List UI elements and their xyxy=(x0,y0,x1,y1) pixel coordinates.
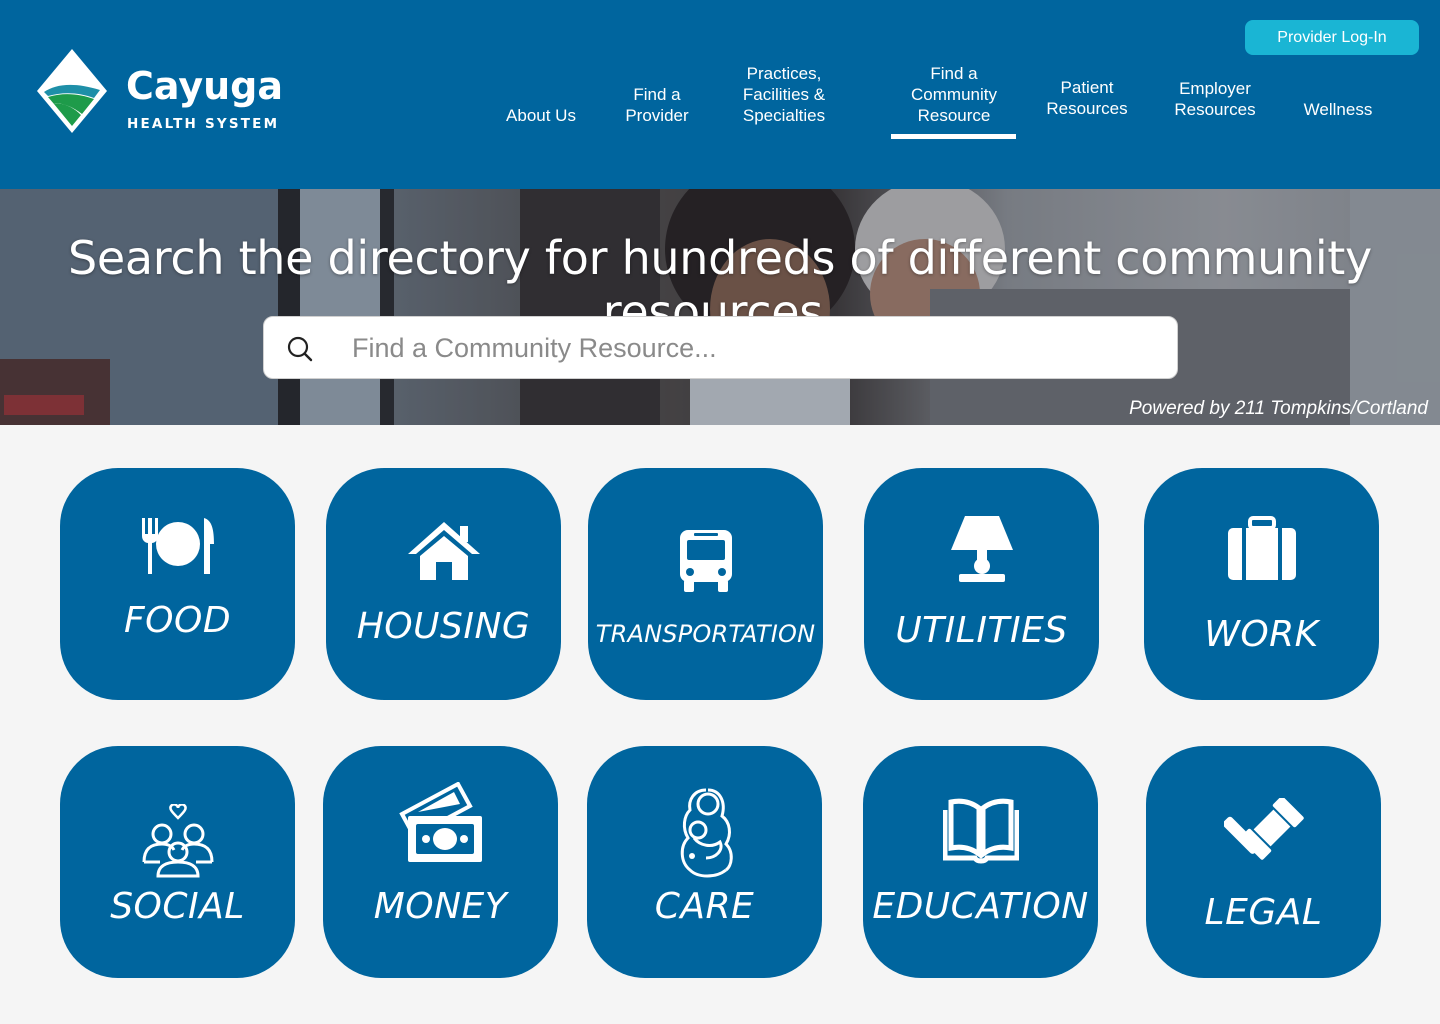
category-label: LEGAL xyxy=(1204,892,1323,933)
category-housing[interactable]: HOUSING xyxy=(326,468,561,700)
category-label: SOCIAL xyxy=(110,886,245,927)
cayuga-logo[interactable]: Cayuga HEALTH SYSTEM xyxy=(34,46,294,138)
nav-label: Facilities & xyxy=(742,85,826,104)
active-nav-indicator xyxy=(891,134,1016,139)
category-label: MONEY xyxy=(373,886,508,927)
logo-subtitle: HEALTH SYSTEM xyxy=(127,116,280,132)
category-label: EDUCATION xyxy=(872,886,1089,927)
bus-icon xyxy=(679,530,732,592)
nav-patient-resources[interactable]: Patient Resources xyxy=(1036,77,1138,119)
category-label: HOUSING xyxy=(356,606,531,647)
gavel-icon xyxy=(1223,798,1304,860)
provider-login-button[interactable]: Provider Log-In xyxy=(1245,20,1419,55)
nav-label: About Us xyxy=(506,106,576,125)
people-heart-icon xyxy=(142,804,213,878)
category-transportation[interactable]: TRANSPORTATION xyxy=(588,468,823,700)
nav-label: Provider xyxy=(625,106,689,125)
search-input[interactable] xyxy=(352,327,1152,369)
mother-child-icon xyxy=(680,788,733,878)
nav-label: Wellness xyxy=(1303,100,1373,119)
nav-label: Resources xyxy=(1046,99,1128,118)
nav-employer-resources[interactable]: Employer Resources xyxy=(1164,78,1266,120)
nav-label: Find a xyxy=(930,64,978,83)
category-education[interactable]: EDUCATION xyxy=(863,746,1098,978)
category-care[interactable]: CARE xyxy=(587,746,822,978)
category-label: CARE xyxy=(654,886,755,927)
category-food[interactable]: FOOD xyxy=(60,468,295,700)
plate-cutlery-icon xyxy=(141,518,214,574)
open-book-icon xyxy=(942,798,1019,864)
category-label: TRANSPORTATION xyxy=(595,620,816,648)
nav-find-community-resource[interactable]: Find a Community Resource xyxy=(893,63,1015,126)
nav-label: Community xyxy=(911,85,997,104)
nav-label: Specialties xyxy=(742,106,826,125)
lamp-icon xyxy=(950,516,1013,582)
site-header: Cayuga HEALTH SYSTEM Provider Log-In Abo… xyxy=(0,0,1440,189)
nav-label: Find a xyxy=(633,85,681,104)
money-icon xyxy=(398,782,482,862)
diamond-logo-icon xyxy=(37,49,107,133)
nav-label: Patient xyxy=(1060,78,1114,97)
house-icon xyxy=(407,522,480,580)
nav-about-us[interactable]: About Us xyxy=(497,105,585,126)
category-social[interactable]: SOCIAL xyxy=(60,746,295,978)
nav-label: Resources xyxy=(1174,100,1256,119)
nav-label: Employer xyxy=(1179,79,1251,98)
nav-practices-facilities[interactable]: Practices, Facilities & Specialties xyxy=(728,63,840,126)
category-label: FOOD xyxy=(123,600,232,641)
nav-find-a-provider[interactable]: Find a Provider xyxy=(612,84,702,126)
logo-wordmark: Cayuga xyxy=(126,64,284,108)
category-utilities[interactable]: UTILITIES xyxy=(864,468,1099,700)
briefcase-icon xyxy=(1227,516,1296,580)
nav-label: Practices, xyxy=(746,64,822,83)
category-money[interactable]: MONEY xyxy=(323,746,558,978)
category-legal[interactable]: LEGAL xyxy=(1146,746,1381,978)
search-icon[interactable] xyxy=(286,335,314,363)
category-label: UTILITIES xyxy=(895,610,1068,651)
nav-wellness[interactable]: Wellness xyxy=(1292,99,1384,120)
nav-label: Resource xyxy=(917,106,991,125)
category-label: WORK xyxy=(1204,614,1319,655)
powered-by-text: Powered by 211 Tompkins/Cortland xyxy=(1129,398,1428,419)
search-bar[interactable] xyxy=(263,316,1178,379)
category-work[interactable]: WORK xyxy=(1144,468,1379,700)
